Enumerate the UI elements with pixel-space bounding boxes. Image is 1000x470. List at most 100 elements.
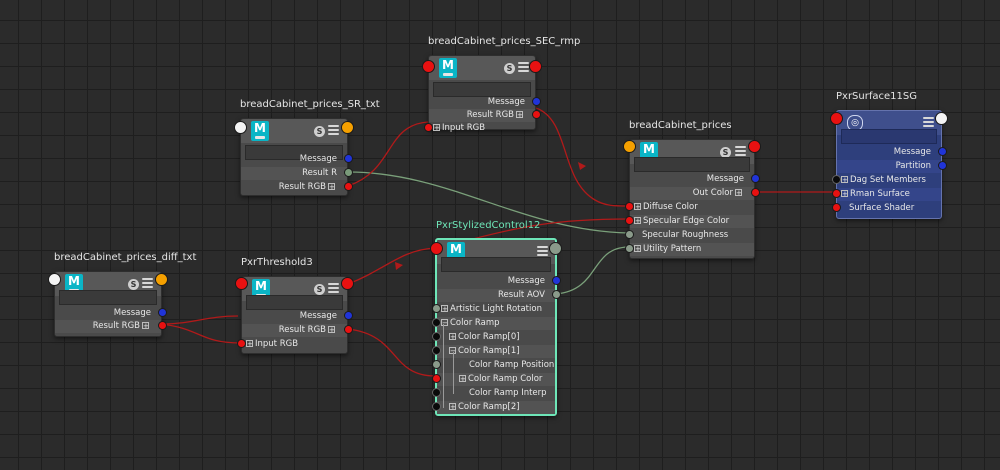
wire-diff-to-threshold-input[interactable] bbox=[159, 323, 241, 344]
output-port-message[interactable] bbox=[938, 147, 947, 156]
expand-icon[interactable]: + bbox=[449, 403, 456, 411]
menu-icon[interactable] bbox=[923, 117, 934, 128]
node-diff-txt[interactable]: breadCabinet_prices_diff_txt M S Message… bbox=[48, 252, 196, 337]
output-port-message[interactable] bbox=[344, 311, 353, 320]
output-port-message[interactable] bbox=[344, 154, 353, 163]
output-port[interactable] bbox=[549, 242, 562, 255]
input-port-ramp-position[interactable] bbox=[432, 360, 441, 369]
input-port-ramp-interp[interactable] bbox=[432, 388, 441, 397]
node-threshold[interactable]: PxrThreshold3 M S Message Result RGB + + I… bbox=[235, 257, 354, 354]
node-stylized-control[interactable]: PxrStylizedControl12 M Message Result AO… bbox=[430, 220, 562, 416]
node-name-field[interactable] bbox=[841, 129, 937, 144]
input-port-rgb[interactable] bbox=[237, 339, 246, 348]
output-port[interactable] bbox=[748, 140, 761, 153]
output-port[interactable] bbox=[341, 121, 354, 134]
input-port-rman-surface[interactable] bbox=[832, 189, 841, 198]
swatch-badge-icon[interactable]: S bbox=[504, 63, 515, 74]
wire-srtxt-rgb-to-secinput[interactable] bbox=[347, 121, 429, 187]
input-port-diffuse[interactable] bbox=[625, 202, 634, 211]
output-port[interactable] bbox=[529, 60, 542, 73]
port-row-color-ramp-1: − Color Ramp[1] bbox=[437, 345, 555, 358]
swatch-badge-icon[interactable]: S bbox=[314, 126, 325, 137]
wire-threshold-to-ramp-color[interactable] bbox=[347, 328, 436, 377]
output-port-partition[interactable] bbox=[938, 161, 947, 170]
wire-threshold-to-stylized[interactable] bbox=[347, 247, 436, 285]
expand-icon[interactable]: + bbox=[433, 124, 440, 132]
expand-icon[interactable]: + bbox=[449, 333, 456, 341]
output-port[interactable] bbox=[341, 277, 354, 290]
input-port-color-ramp-1[interactable] bbox=[432, 346, 441, 355]
expand-icon[interactable]: + bbox=[634, 217, 641, 225]
input-port-color-ramp[interactable] bbox=[432, 318, 441, 327]
input-port-dag-set[interactable] bbox=[832, 175, 841, 184]
expand-icon[interactable]: + bbox=[246, 340, 253, 348]
input-port[interactable] bbox=[430, 242, 443, 255]
wire-stylized-aov-to-utility[interactable] bbox=[555, 246, 629, 295]
node-sec-rmp[interactable]: breadCabinet_prices_SEC_rmp M S Message … bbox=[422, 36, 580, 133]
input-port-ramp-color[interactable] bbox=[432, 374, 441, 383]
port-row-result-rgb: Result RGB + bbox=[55, 320, 161, 333]
swatch-badge-icon[interactable]: S bbox=[314, 284, 325, 295]
expand-icon[interactable]: + bbox=[328, 326, 335, 334]
maya-node-icon: M bbox=[251, 121, 269, 141]
output-port-result-rgb[interactable] bbox=[158, 321, 167, 330]
output-port-message[interactable] bbox=[158, 308, 167, 317]
expand-icon[interactable]: + bbox=[634, 245, 641, 253]
output-port-message[interactable] bbox=[552, 276, 561, 285]
expand-icon[interactable]: + bbox=[841, 176, 848, 184]
input-port[interactable] bbox=[422, 60, 435, 73]
expand-icon[interactable]: + bbox=[634, 203, 641, 211]
input-port-rgb[interactable] bbox=[424, 123, 433, 132]
expand-icon[interactable]: + bbox=[328, 183, 335, 191]
swatch-badge-icon[interactable]: S bbox=[128, 279, 139, 290]
port-row-color-ramp: − Color Ramp bbox=[437, 317, 555, 330]
input-port-utility[interactable] bbox=[625, 244, 634, 253]
input-port[interactable] bbox=[235, 277, 248, 290]
output-port-result-r[interactable] bbox=[344, 168, 353, 177]
node-prices[interactable]: breadCabinet_prices M S Message Out Colo… bbox=[623, 120, 761, 259]
input-port-roughness[interactable] bbox=[625, 230, 634, 239]
input-port[interactable] bbox=[234, 121, 247, 134]
menu-icon[interactable] bbox=[537, 246, 548, 257]
input-port-specular-edge[interactable] bbox=[625, 216, 634, 225]
output-port[interactable] bbox=[155, 273, 168, 286]
output-port[interactable] bbox=[935, 112, 948, 125]
port-row-input-rgb: + Input RGB bbox=[242, 338, 347, 351]
node-name-field[interactable] bbox=[59, 290, 157, 305]
input-port[interactable] bbox=[48, 273, 61, 286]
menu-icon[interactable] bbox=[142, 278, 153, 289]
node-shading-group[interactable]: PxrSurface11SG ◎ Message Partition + Dag … bbox=[830, 91, 948, 219]
output-port-result-aov[interactable] bbox=[552, 290, 561, 299]
wire-diff-to-threshold[interactable] bbox=[159, 315, 239, 325]
expand-icon[interactable]: + bbox=[441, 305, 448, 313]
node-name-field[interactable] bbox=[441, 257, 551, 272]
menu-icon[interactable] bbox=[328, 125, 339, 136]
output-port-message[interactable] bbox=[532, 97, 541, 106]
expand-icon[interactable]: + bbox=[142, 322, 149, 330]
input-port-surface-shader[interactable] bbox=[832, 203, 841, 212]
node-name-field[interactable] bbox=[433, 82, 531, 97]
input-port-color-ramp-2[interactable] bbox=[432, 402, 441, 411]
node-name-field[interactable] bbox=[246, 295, 343, 310]
input-port-color-ramp-0[interactable] bbox=[432, 332, 441, 341]
port-row-partition: Partition bbox=[837, 160, 941, 173]
output-port-result-rgb[interactable] bbox=[344, 325, 353, 334]
input-port[interactable] bbox=[623, 140, 636, 153]
input-port-light-rotation[interactable] bbox=[432, 304, 441, 313]
output-port-message[interactable] bbox=[751, 174, 760, 183]
expand-icon[interactable]: + bbox=[459, 375, 466, 383]
wire-secrmp-to-diffuse[interactable] bbox=[535, 107, 629, 207]
node-sr-txt[interactable]: breadCabinet_prices_SR_txt M S Message R… bbox=[234, 99, 380, 196]
output-port-out-color[interactable] bbox=[751, 188, 760, 197]
output-port-result-rgb[interactable] bbox=[532, 110, 541, 119]
menu-icon[interactable] bbox=[328, 283, 339, 294]
input-port[interactable] bbox=[830, 112, 843, 125]
expand-icon[interactable]: + bbox=[841, 190, 848, 198]
output-port-result-rgb[interactable] bbox=[344, 182, 353, 191]
menu-icon[interactable] bbox=[518, 62, 529, 73]
node-name-field[interactable] bbox=[634, 157, 750, 172]
menu-icon[interactable] bbox=[735, 146, 746, 157]
node-body: M S Message Result R Result RGB + bbox=[240, 118, 348, 196]
expand-icon[interactable]: + bbox=[735, 189, 742, 197]
expand-icon[interactable]: + bbox=[516, 111, 523, 119]
